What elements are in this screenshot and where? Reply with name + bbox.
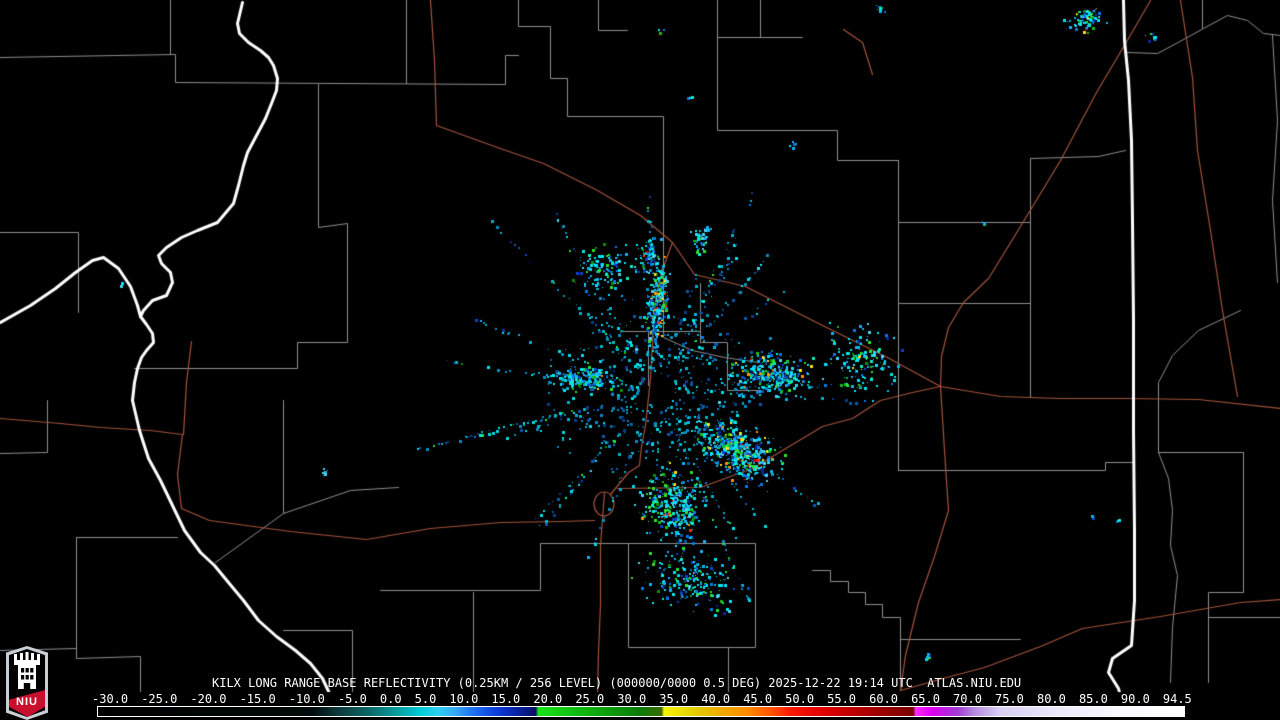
scale-tick-label: 50.0 — [785, 692, 815, 706]
scale-tick-label: -5.0 — [337, 692, 367, 706]
scale-tick-label: 60.0 — [869, 692, 898, 706]
scale-tick-label: 70.0 — [953, 692, 982, 706]
reflectivity-colorbar — [97, 706, 1185, 717]
scale-tick-label: 10.0 — [449, 692, 479, 706]
scale-tick-label: 94.5 — [1162, 692, 1192, 706]
scale-tick-label: 15.0 — [491, 692, 521, 706]
scale-tick-label: 45.0 — [743, 692, 773, 706]
radar-viewer: KILX LONG RANGE BASE REFLECTIVITY (0.25K… — [0, 0, 1280, 720]
scale-tick-label: 25.0 — [575, 692, 605, 706]
scale-tick-label: -10.0 — [288, 692, 325, 706]
niu-logo-text: NIU — [16, 695, 38, 708]
colorbar-tick-labels: -30.0 -25.0 -20.0 -15.0 -10.0 -5.0 0.0 5.0 10.0 1… — [92, 693, 1192, 706]
product-title: KILX LONG RANGE BASE REFLECTIVITY (0.25K… — [212, 676, 1022, 690]
scale-tick-label: 30.0 — [617, 692, 647, 706]
scale-tick-label: 75.0 — [995, 692, 1024, 706]
scale-tick-label: 0.0 — [379, 692, 402, 706]
niu-red-band: NIU — [9, 690, 45, 717]
scale-tick-label: 55.0 — [827, 692, 857, 706]
scale-tick-label: -30.0 — [92, 692, 129, 706]
radar-map-canvas — [0, 0, 1280, 720]
scale-tick-label: 35.0 — [659, 692, 689, 706]
scale-tick-label: 5.0 — [414, 692, 437, 706]
scale-tick-label: 40.0 — [701, 692, 731, 706]
scale-tick-label: 80.0 — [1036, 692, 1066, 706]
scale-tick-label: -25.0 — [141, 692, 178, 706]
niu-logo: NIU — [6, 646, 48, 720]
scale-tick-label: -15.0 — [239, 692, 276, 706]
niu-shield-border: NIU — [6, 646, 48, 720]
scale-tick-label: 65.0 — [911, 692, 940, 706]
niu-shield-field: NIU — [9, 649, 45, 717]
scale-tick-label: -20.0 — [190, 692, 227, 706]
scale-tick-label: 85.0 — [1078, 692, 1108, 706]
scale-tick-label: 90.0 — [1120, 692, 1150, 706]
scale-tick-label: 20.0 — [533, 692, 563, 706]
castle-icon — [14, 652, 40, 689]
